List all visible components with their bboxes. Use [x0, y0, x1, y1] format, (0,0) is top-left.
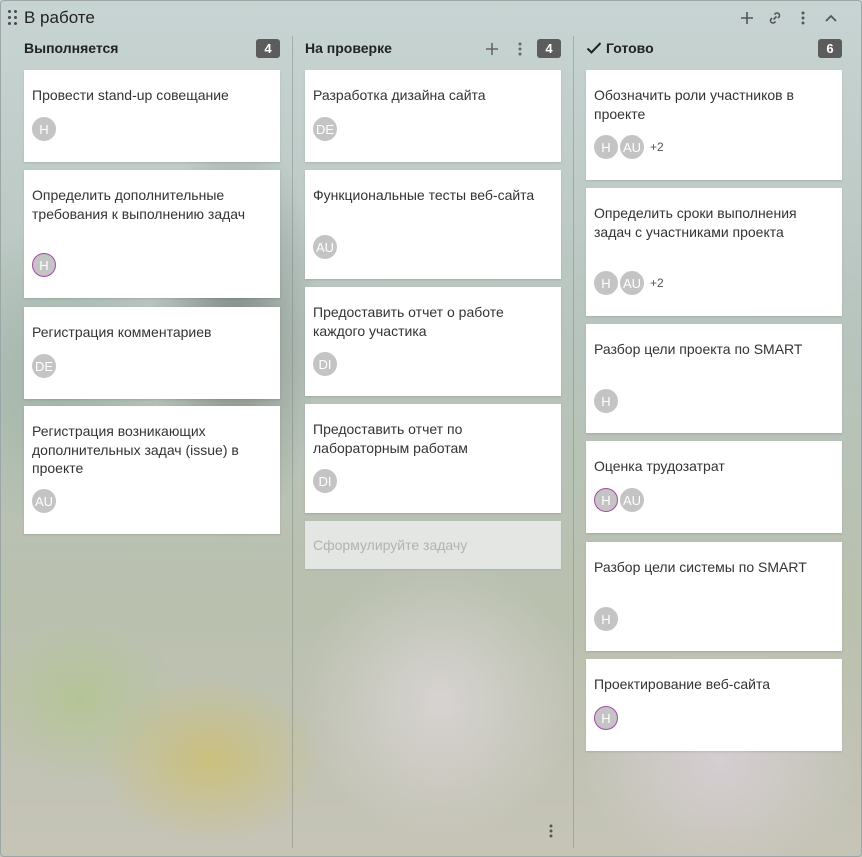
avatar[interactable]: H	[32, 253, 56, 277]
card-title: Предоставить отчет по лабораторным работ…	[313, 421, 468, 456]
card-title: Определить дополнительные требования к в…	[32, 187, 246, 222]
avatar[interactable]: AU	[313, 235, 337, 259]
avatar[interactable]: DI	[313, 469, 337, 493]
avatar[interactable]: DE	[32, 354, 56, 378]
check-icon	[586, 42, 602, 54]
card-title: Обозначить роли участников в проекте	[594, 87, 794, 122]
task-card[interactable]: Регистрация комментариев DE	[24, 307, 280, 399]
task-card[interactable]: Регистрация возникающих дополнительных з…	[24, 406, 280, 534]
new-task-input[interactable]: Сформулируйте задачу	[305, 521, 561, 569]
avatar[interactable]: AU	[620, 135, 644, 159]
column-header: На проверке 4	[305, 36, 561, 62]
task-card[interactable]: Определить сроки выполнения задач с учас…	[586, 188, 842, 316]
card-assignees: DI	[313, 469, 339, 493]
more-assignees[interactable]: +2	[650, 276, 664, 290]
avatar[interactable]: H	[32, 117, 56, 141]
card-title: Регистрация комментариев	[32, 324, 212, 340]
avatar[interactable]: DE	[313, 117, 337, 141]
card-assignees: DE	[32, 354, 58, 378]
avatar[interactable]: H	[594, 271, 618, 295]
avatar[interactable]: AU	[620, 488, 644, 512]
card-title: Функциональные тесты веб-сайта	[313, 187, 535, 203]
card-title: Провести stand-up совещание	[32, 87, 229, 103]
column-divider	[573, 36, 574, 848]
board-header: В работе	[0, 0, 862, 36]
column-title-text: Готово	[606, 40, 654, 56]
link-icon[interactable]	[764, 7, 786, 29]
card-title: Предоставить отчет о работе каждого учас…	[313, 304, 504, 339]
card-assignees: AU	[313, 235, 339, 259]
column-divider	[292, 36, 293, 848]
column-actions	[481, 38, 531, 60]
column-title: Готово	[586, 40, 654, 56]
task-card[interactable]: Разработка дизайна сайта DE	[305, 70, 561, 162]
task-card[interactable]: Определить дополнительные требования к в…	[24, 170, 280, 298]
task-card[interactable]: Провести stand-up совещание H	[24, 70, 280, 162]
count-badge: 4	[537, 39, 561, 58]
plus-icon[interactable]	[481, 38, 503, 60]
task-card[interactable]: Предоставить отчет о работе каждого учас…	[305, 287, 561, 396]
drag-handle-icon[interactable]	[8, 10, 18, 26]
task-card[interactable]: Функциональные тесты веб-сайта AU	[305, 170, 561, 279]
column-review: На проверке 4 Разработка дизайна сайта D…	[305, 36, 561, 569]
task-card[interactable]: Разбор цели проекта по SMART H	[586, 324, 842, 433]
card-title: Оценка трудозатрат	[594, 458, 725, 474]
task-card[interactable]: Обозначить роли участников в проекте H A…	[586, 70, 842, 180]
more-vertical-icon[interactable]	[540, 820, 562, 842]
card-title: Разработка дизайна сайта	[313, 87, 486, 103]
avatar[interactable]: DI	[313, 352, 337, 376]
card-assignees: H	[32, 117, 58, 141]
task-card[interactable]: Проектирование веб-сайта H	[586, 659, 842, 751]
card-assignees: AU	[32, 489, 58, 513]
column-title: На проверке	[305, 40, 392, 56]
card-assignees: H	[594, 607, 620, 631]
card-assignees: DE	[313, 117, 339, 141]
avatar[interactable]: AU	[620, 271, 644, 295]
column-title: Выполняется	[24, 40, 119, 56]
avatar[interactable]: H	[594, 389, 618, 413]
avatar[interactable]: H	[594, 135, 618, 159]
avatar[interactable]: H	[594, 706, 618, 730]
card-assignees: H AU	[594, 488, 646, 512]
card-assignees: H AU +2	[594, 271, 664, 295]
card-assignees: H	[594, 389, 620, 413]
card-title: Проектирование веб-сайта	[594, 676, 771, 692]
card-title: Определить сроки выполнения задач с учас…	[594, 205, 797, 240]
column-done: Готово 6 Обозначить роли участников в пр…	[586, 36, 842, 751]
card-assignees: H	[594, 706, 620, 730]
board-actions	[736, 7, 842, 29]
card-assignees: DI	[313, 352, 339, 376]
card-title: Разбор цели проекта по SMART	[594, 341, 803, 357]
board-title: В работе	[24, 8, 95, 27]
avatar[interactable]: AU	[32, 489, 56, 513]
count-badge: 4	[256, 39, 280, 58]
avatar[interactable]: H	[594, 607, 618, 631]
chevron-up-icon[interactable]	[820, 7, 842, 29]
column-in-progress: Выполняется 4 Провести stand-up совещани…	[24, 36, 280, 534]
task-card[interactable]: Оценка трудозатрат H AU	[586, 441, 842, 533]
task-card[interactable]: Разбор цели системы по SMART H	[586, 542, 842, 651]
column-header: Готово 6	[586, 36, 842, 62]
card-title: Разбор цели системы по SMART	[594, 559, 807, 575]
column-header: Выполняется 4	[24, 36, 280, 62]
count-badge: 6	[818, 39, 842, 58]
card-title: Регистрация возникающих дополнительных з…	[32, 423, 239, 476]
more-vertical-icon[interactable]	[792, 7, 814, 29]
plus-icon[interactable]	[736, 7, 758, 29]
task-card[interactable]: Предоставить отчет по лабораторным работ…	[305, 404, 561, 513]
card-assignees: H AU +2	[594, 135, 664, 159]
avatar[interactable]: H	[594, 488, 618, 512]
card-assignees: H	[32, 253, 58, 277]
more-assignees[interactable]: +2	[650, 140, 664, 154]
more-vertical-icon[interactable]	[509, 38, 531, 60]
